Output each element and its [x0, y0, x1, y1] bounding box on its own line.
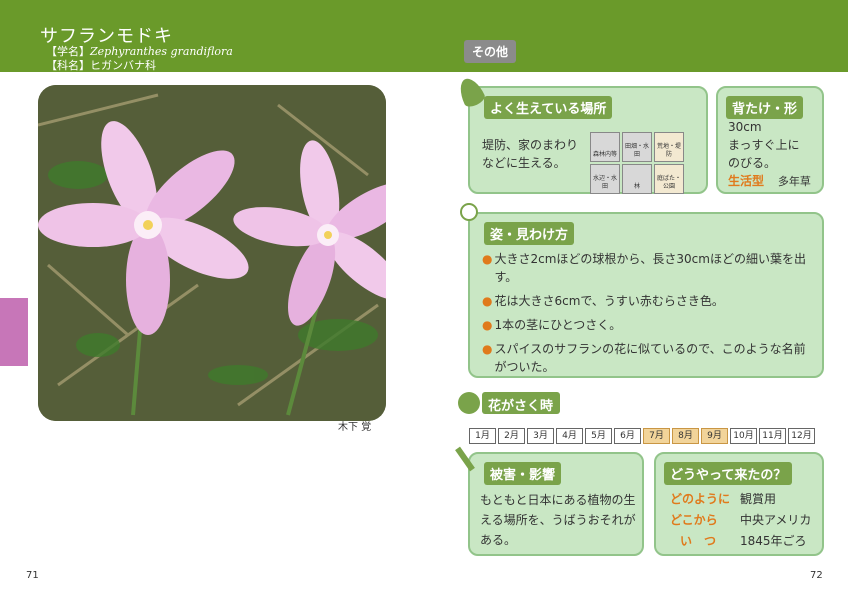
month-cell: 2月	[498, 428, 525, 444]
habitat-tile: 荒地・堤防	[654, 132, 684, 162]
magnifier-icon	[460, 203, 478, 221]
damage-heading: 被害・影響	[484, 462, 562, 485]
damage-line: える場所を、うばうおそれが	[480, 513, 636, 527]
flowering-heading: 花がさく時	[488, 399, 554, 414]
habitat-tile: 水辺・水田	[590, 164, 620, 194]
flower-illustration	[38, 85, 386, 421]
month-cell-active: 7月	[643, 428, 670, 444]
habitat-tiles: 森林内等 田畑・水田 荒地・堤防 水辺・水田 林 庭ばた・公園	[590, 132, 716, 194]
plant-photo	[38, 85, 386, 421]
month-cell: 12月	[788, 428, 815, 444]
month-row: 1月 2月 3月 4月 5月 6月 7月 8月 9月 10月 11月 12月	[469, 428, 817, 444]
section-tab	[0, 298, 28, 366]
height-card: 背たけ・形 30cm まっすぐ上に のびる。 生活型 多年草	[716, 86, 824, 194]
habitat-text-line: 堤防、家のまわり	[482, 138, 579, 152]
appearance-card: 姿・見わけ方 ● 大きさ2cmほどの球根から、長さ30cmほどの細い葉を出す。 ●…	[468, 212, 824, 378]
life-form-value: 多年草	[777, 175, 811, 188]
family-name-line: 【科名】ヒガンバナ科	[46, 57, 156, 73]
flower-icon	[458, 392, 480, 414]
month-cell: 11月	[759, 428, 786, 444]
appearance-bullets: ● 大きさ2cmほどの球根から、長さ30cmほどの細い葉を出す。 ● 花は大きさ6c…	[482, 250, 812, 382]
habitat-text-line: などに生える。	[482, 156, 566, 170]
habitat-tile: 田畑・水田	[622, 132, 652, 162]
month-cell-active: 8月	[672, 428, 699, 444]
height-size: 30cm	[728, 120, 762, 134]
month-cell: 4月	[556, 428, 583, 444]
origin-how-label: どのように	[670, 492, 731, 506]
life-form: 生活型 多年草	[728, 172, 811, 189]
list-item: ● スパイスのサフランの花に似ているので、このような名前がついた。	[482, 342, 806, 374]
family-label: 【科名】	[46, 59, 90, 72]
origin-heading: どうやって来たの？	[664, 462, 793, 485]
habitat-card: よく生えている場所 堤防、家のまわり などに生える。 森林内等 田畑・水田 荒地…	[468, 86, 708, 194]
month-cell-active: 9月	[701, 428, 728, 444]
habitat-heading: よく生えている場所	[484, 96, 613, 119]
habitat-tile: 森林内等	[590, 132, 620, 162]
damage-line: ある。	[480, 533, 517, 547]
flowering-heading-box: 花がさく時	[482, 392, 560, 414]
height-line: のびる。	[728, 156, 777, 170]
origin-where-value: 中央アメリカ	[740, 513, 812, 527]
origin-card: どうやって来たの？ どのように 観賞用 どこから 中央アメリカ い つ 1845年ごろ	[654, 452, 824, 556]
origin-how-value: 観賞用	[740, 492, 777, 506]
damage-text: もともと日本にある植物の生 える場所を、うばうおそれが ある。	[480, 490, 636, 550]
origin-details: どのように 観賞用 どこから 中央アメリカ い つ 1845年ごろ	[670, 488, 811, 551]
life-form-label: 生活型	[728, 174, 765, 188]
origin-when-label: い つ	[680, 534, 717, 548]
habitat-tile: 庭ばた・公園	[654, 164, 684, 194]
family-name: ヒガンバナ科	[90, 59, 156, 72]
page-number-left: 71	[26, 570, 39, 581]
height-line: まっすぐ上に	[728, 138, 800, 152]
category-tag: その他	[464, 40, 517, 63]
month-cell: 5月	[585, 428, 612, 444]
month-cell: 1月	[469, 428, 496, 444]
origin-when-value: 1845年ごろ	[740, 534, 807, 548]
month-cell: 10月	[730, 428, 757, 444]
photo-credit: 木下 覚	[338, 422, 372, 433]
height-text: 30cm まっすぐ上に のびる。	[728, 118, 800, 172]
list-item: ● 花は大きさ6cmで、うすい赤むらさき色。	[482, 294, 724, 308]
damage-card: 被害・影響 もともと日本にある植物の生 える場所を、うばうおそれが ある。	[468, 452, 644, 556]
habitat-text: 堤防、家のまわり などに生える。	[482, 136, 578, 172]
origin-where-label: どこから	[670, 513, 718, 527]
list-item: ● 大きさ2cmほどの球根から、長さ30cmほどの細い葉を出す。	[482, 252, 806, 284]
month-cell: 3月	[527, 428, 554, 444]
list-item: ● 1本の茎にひとつさく。	[482, 318, 622, 332]
month-cell: 6月	[614, 428, 641, 444]
appearance-heading: 姿・見わけ方	[484, 222, 575, 245]
damage-line: もともと日本にある植物の生	[480, 493, 636, 507]
height-heading: 背たけ・形	[726, 96, 804, 119]
page-number-right: 72	[810, 570, 823, 581]
habitat-tile: 林	[622, 164, 652, 194]
